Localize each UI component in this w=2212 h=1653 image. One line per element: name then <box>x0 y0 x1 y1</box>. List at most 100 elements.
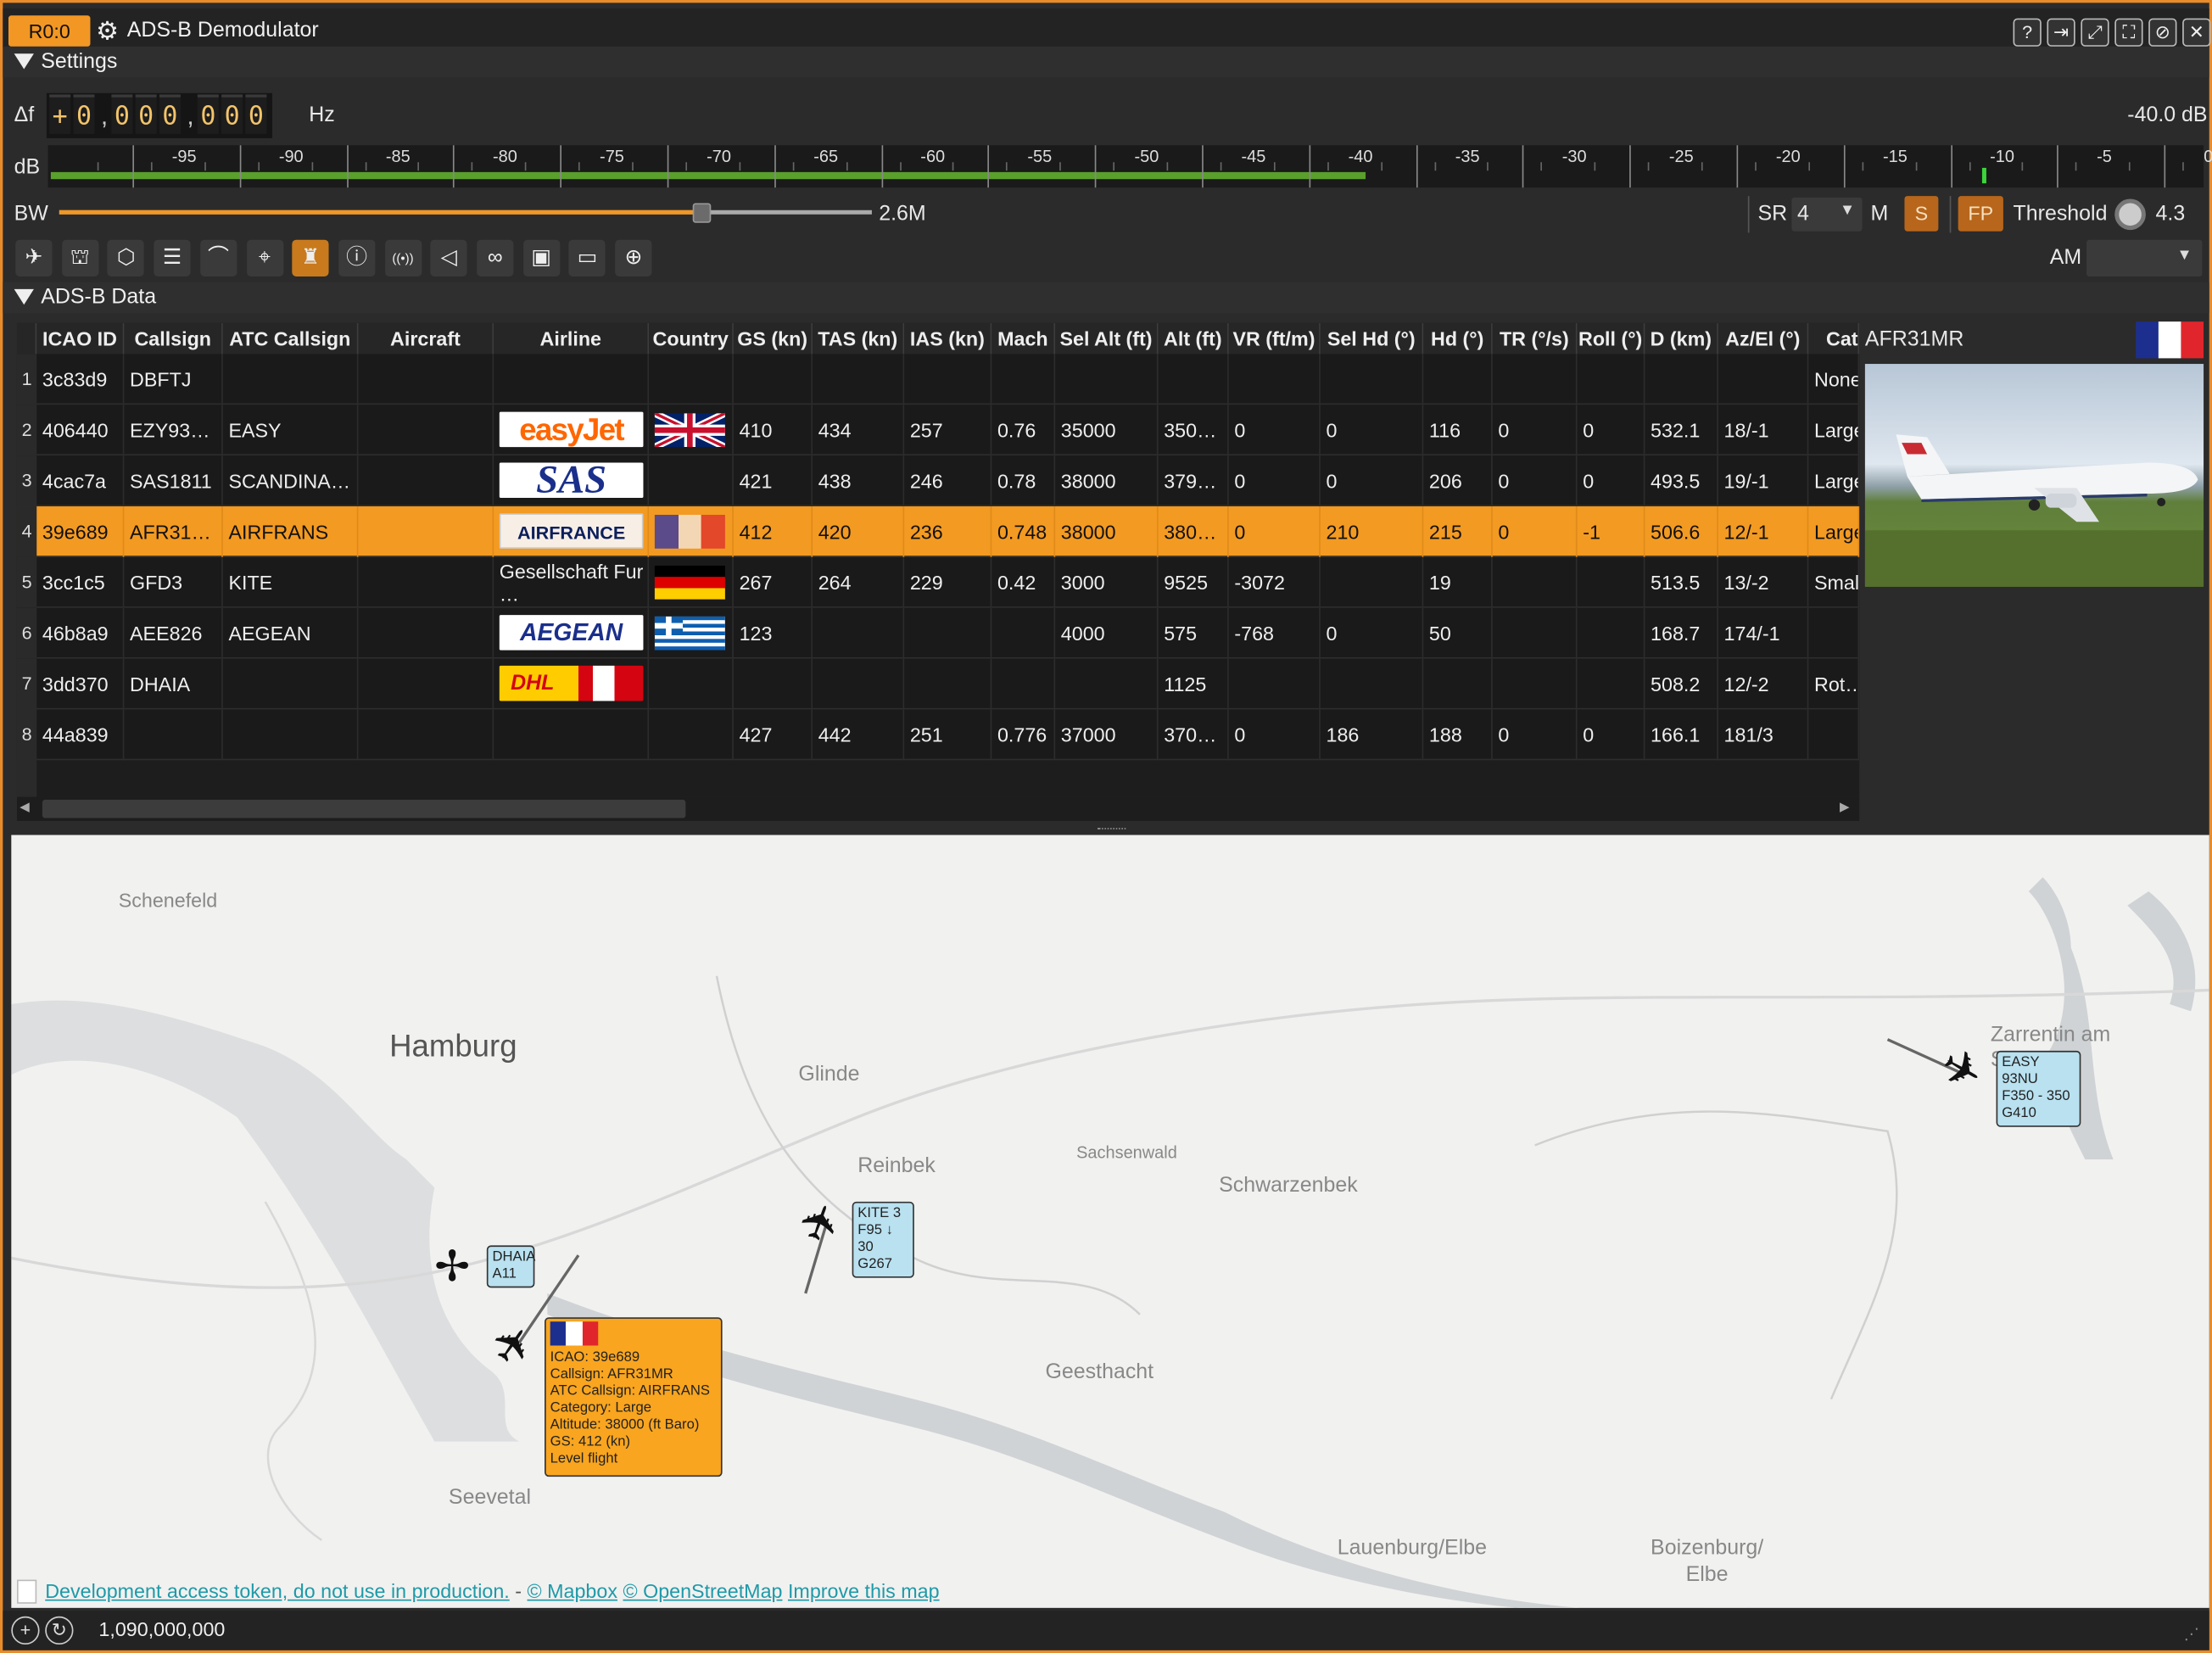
move-to-workspace-icon[interactable]: ⇥ <box>2047 18 2075 47</box>
airline-logo: SAS <box>499 462 644 499</box>
rx-badge[interactable]: R0:0 <box>8 15 91 47</box>
column-header[interactable]: Mach <box>991 322 1056 355</box>
cell-tas: 420 <box>813 506 905 557</box>
cell-icao: 44a839 <box>36 709 125 761</box>
column-header[interactable]: Airline <box>494 322 650 355</box>
frequency-digit[interactable]: 0 <box>221 94 243 134</box>
table-row[interactable]: 6 46b8a9 AEE826 AEGEAN AEGEAN 123 4000 575 -768 0… <box>16 607 1860 659</box>
crosshair-icon[interactable]: ⊕ <box>615 239 652 276</box>
broadcast-icon[interactable]: ((•)) <box>384 239 422 276</box>
table-row[interactable]: 3 4cac7a SAS1811 SCANDINA… SAS 421 438 246 0.78 3… <box>16 455 1860 507</box>
cell-alt: 575 <box>1159 607 1229 659</box>
sr-select[interactable]: 4 ▼ <box>1791 197 1863 232</box>
dev-token-link[interactable]: Development access token, do not use in … <box>45 1580 510 1603</box>
adsb-table: ICAO ID Callsign ATC Callsign Aircraft Airli… <box>16 322 1860 797</box>
column-header[interactable]: Alt (ft) <box>1158 322 1229 355</box>
tape-icon[interactable]: ∞ <box>477 239 514 276</box>
column-header[interactable]: Country <box>649 322 734 355</box>
helicopter-icon[interactable]: ✢ <box>434 1244 470 1293</box>
am-select[interactable]: ▼ <box>2086 239 2203 276</box>
frequency-delta-input[interactable]: +0, 0 0 0, 0 0 0 <box>46 92 273 138</box>
column-header[interactable]: VR (ft/m) <box>1228 322 1321 355</box>
db-minor-tick <box>1969 162 1970 171</box>
map-view[interactable]: Schenefeld Hamburg Glinde Reinbek Sachse… <box>11 835 2209 1608</box>
airplane-icon[interactable]: ✈ <box>15 239 53 276</box>
column-header[interactable]: Callsign <box>124 322 223 355</box>
db-tick <box>987 145 990 188</box>
close-icon[interactable]: ✕ <box>2182 18 2211 47</box>
list-icon[interactable]: ☰ <box>154 239 191 276</box>
table-row[interactable]: 2 406440 EZY93… EASY easyJet 410 434 257 0.76 350… <box>16 405 1860 456</box>
column-header[interactable]: GS (kn) <box>733 322 813 355</box>
frequency-digit[interactable]: 0 <box>111 94 133 134</box>
cell-callsign: DBFTJ <box>124 354 223 405</box>
open-folder-icon[interactable]: ▭ <box>568 239 606 276</box>
scrollbar-thumb[interactable] <box>42 799 686 818</box>
info-icon[interactable]: ⓘ <box>338 239 376 276</box>
table-row[interactable]: 5 3cc1c5 GFD3 KITE Gesellschaft Fur … 267 264 2… <box>16 556 1860 608</box>
cell-callsign: AEE826 <box>124 607 223 659</box>
aircraft-label-easy[interactable]: EASY 93NU F350 - 350 G410 <box>1996 1050 2081 1127</box>
help-icon[interactable]: ? <box>2013 18 2042 47</box>
adsb-data-header[interactable]: ADS-B Data <box>3 282 2209 314</box>
table-row[interactable]: 4 39e689 AFR31… AIRFRANS AIRFRANCE 412 420 236 0… <box>16 506 1860 557</box>
frequency-digit[interactable]: + <box>49 94 71 134</box>
column-header[interactable]: TR (°/s) <box>1492 322 1578 355</box>
bw-slider-handle[interactable] <box>692 203 712 223</box>
gear-icon[interactable]: ⚙ <box>96 17 124 45</box>
improve-map-link[interactable]: Improve this map <box>788 1580 940 1603</box>
add-tuner-icon[interactable]: + <box>11 1616 40 1645</box>
airport-icon[interactable]: ⛫ <box>61 239 98 276</box>
column-header[interactable]: IAS (kn) <box>904 322 992 355</box>
table-horizontal-scrollbar[interactable]: ◀ ▶ <box>16 796 1860 821</box>
table-row[interactable]: 1 3c83d9 DBFTJ None <box>16 354 1860 405</box>
maximize-icon[interactable]: ⤢ <box>2081 18 2109 47</box>
scroll-right-icon[interactable]: ▶ <box>1840 800 1850 815</box>
column-header[interactable]: Roll (°) <box>1577 322 1645 355</box>
column-header[interactable]: ATC Callsign <box>222 322 359 355</box>
column-header[interactable]: D (km) <box>1645 322 1718 355</box>
settings-header[interactable]: Settings <box>3 46 2209 78</box>
osm-link[interactable]: © OpenStreetMap <box>623 1580 782 1603</box>
fullscreen-icon[interactable]: ⛶ <box>2114 18 2143 47</box>
frequency-digit[interactable]: 0 <box>135 94 157 134</box>
cell-mach: 0.76 <box>991 405 1056 456</box>
frequency-digit[interactable]: 0 <box>159 94 181 134</box>
column-header[interactable]: Az/El (°) <box>1718 322 1809 355</box>
fp-button[interactable]: FP <box>1958 196 2003 232</box>
refresh-icon[interactable]: ↻ <box>45 1616 74 1645</box>
aircraft-label-dhaia[interactable]: DHAIA A11 <box>486 1245 535 1288</box>
frequency-digit[interactable]: 0 <box>245 94 267 134</box>
speaker-icon[interactable]: ◁ <box>430 239 468 276</box>
column-header[interactable]: Hd (°) <box>1423 322 1493 355</box>
column-header[interactable]: Cat <box>1808 322 1860 355</box>
hexagon-icon[interactable]: ⬡ <box>108 239 145 276</box>
resize-grip-icon[interactable]: ⋰ <box>2184 1625 2199 1643</box>
scroll-left-icon[interactable]: ◀ <box>20 800 30 815</box>
splitter-handle[interactable] <box>1098 828 1126 832</box>
hide-icon[interactable]: ⊘ <box>2148 18 2177 47</box>
threshold-knob[interactable] <box>2114 198 2146 231</box>
cell-hd <box>1423 354 1493 405</box>
cell-icao: 3c83d9 <box>36 354 125 405</box>
country-cell <box>649 455 734 507</box>
column-header[interactable]: ICAO ID <box>36 322 125 355</box>
db-tick <box>239 145 242 188</box>
aircraft-popup-afr31mr[interactable]: ICAO: 39e689 Callsign: AFR31MR ATC Callsig… <box>545 1317 723 1477</box>
curve-icon[interactable]: ⌒ <box>199 239 237 276</box>
column-header[interactable]: Sel Hd (°) <box>1320 322 1424 355</box>
control-tower-icon[interactable]: ♜ <box>292 239 329 276</box>
column-header[interactable]: TAS (kn) <box>813 322 905 355</box>
frequency-digit[interactable]: 0 <box>73 94 95 134</box>
s-button[interactable]: S <box>1904 196 1939 232</box>
column-header[interactable]: Aircraft <box>358 322 494 355</box>
mapbox-link[interactable]: © Mapbox <box>528 1580 617 1603</box>
aircraft-label-kite[interactable]: KITE 3 F95 ↓ 30 G267 <box>852 1201 914 1278</box>
table-row[interactable]: 73dd370DHAIA DHL 1125 508.212/-2Rot… <box>16 658 1860 710</box>
save-icon[interactable]: ▣ <box>522 239 560 276</box>
db-minor-tick <box>472 162 473 171</box>
table-row[interactable]: 8 44a839 427 442 251 0.776 37000 370… 0 186 188 0 0 1… <box>16 709 1860 761</box>
frequency-digit[interactable]: 0 <box>197 94 219 134</box>
antenna-map-icon[interactable]: ⌖ <box>246 239 283 276</box>
column-header[interactable]: Sel Alt (ft) <box>1055 322 1159 355</box>
